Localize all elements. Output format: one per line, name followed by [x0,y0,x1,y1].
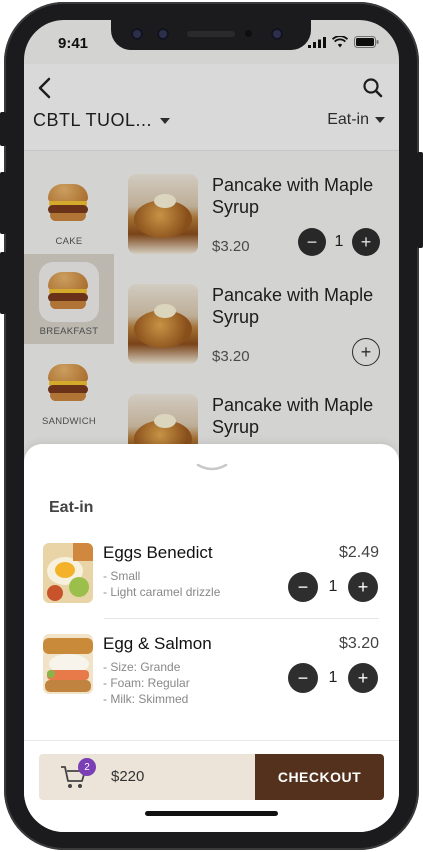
phone-volume-up-button [0,172,6,234]
sensor-dot [245,30,252,37]
notch [111,20,311,50]
cart-item-price: $2.49 [338,544,379,561]
decrement-button[interactable]: − [288,663,318,693]
checkout-bar: 2 $220 CHECKOUT [39,754,384,800]
camera-icon [271,28,283,40]
cart-item-option: - Milk: Skimmed [103,692,189,706]
speaker-grille [187,31,235,37]
cart-item-option: - Light caramel drizzle [103,585,221,599]
cart-item-name: Eggs Benedict [103,543,213,562]
screen: 9:41 CBTL TUOL... Eat-in CAKE BREAKFAST … [24,20,399,832]
cart-summary[interactable]: 2 $220 [39,754,255,800]
cart-item-price: $3.20 [338,635,379,652]
camera-icon [131,28,143,40]
sheet-handle[interactable] [196,460,228,478]
quantity-stepper: − 1 + [288,663,378,693]
phone-power-button [417,152,423,248]
divider [104,618,379,619]
increment-button[interactable]: + [348,572,378,602]
quantity-value: 1 [328,669,338,686]
phone-volume-down-button [0,252,6,314]
cart-item-name: Egg & Salmon [103,634,212,653]
chevron-down-icon [196,463,228,471]
cart-item-option: - Foam: Regular [103,676,190,690]
checkout-button[interactable]: CHECKOUT [255,754,384,800]
quantity-value: 1 [328,578,338,595]
quantity-stepper: − 1 + [288,572,378,602]
phone-side-button [0,112,6,146]
eggs-benedict-image [43,543,93,603]
cart-total: $220 [111,768,145,785]
cart-item: Eggs Benedict $2.49 - Small - Light cara… [43,543,379,613]
egg-salmon-image [43,634,93,694]
cart-count-badge: 2 [78,758,96,776]
cart-item: Egg & Salmon $3.20 - Size: Grande - Foam… [43,634,379,714]
footer-divider [24,740,399,741]
cart-item-option: - Size: Grande [103,660,181,674]
decrement-button[interactable]: − [288,572,318,602]
cart-item-option: - Small [103,569,141,583]
camera-icon [157,28,169,40]
home-indicator[interactable] [145,811,278,816]
sheet-title: Eat-in [49,499,94,516]
increment-button[interactable]: + [348,663,378,693]
